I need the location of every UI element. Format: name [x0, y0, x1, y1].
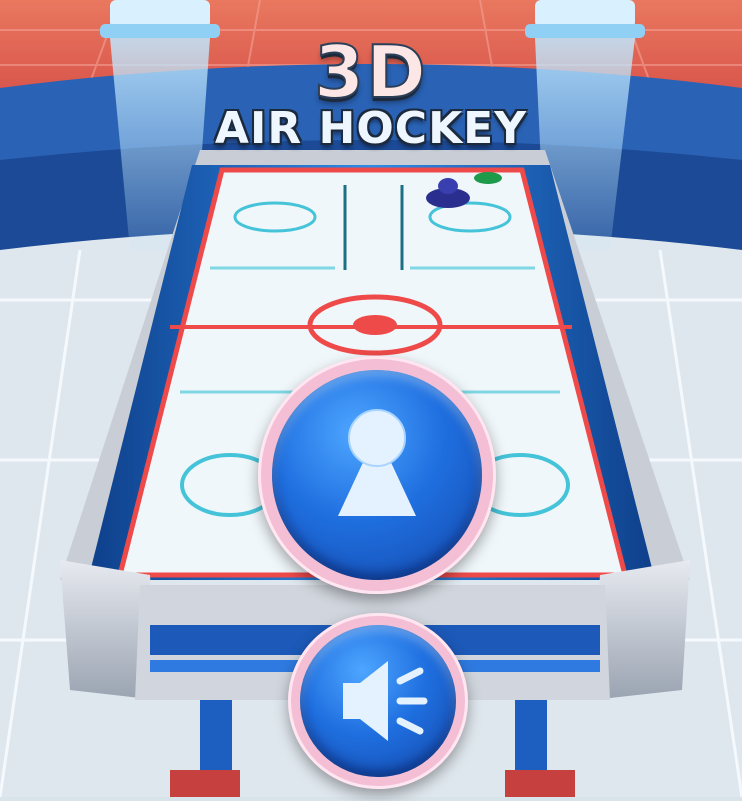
- game-scene: 3D AIR HOCKEY: [0, 0, 742, 798]
- speaker-icon: [343, 661, 428, 741]
- sound-toggle-button[interactable]: [288, 613, 468, 789]
- single-player-button[interactable]: [258, 356, 496, 594]
- single-player-icon: [338, 409, 416, 516]
- title-air-hockey-logo: AIR HOCKEY: [214, 103, 528, 154]
- title-3d-logo: 3D: [313, 30, 428, 114]
